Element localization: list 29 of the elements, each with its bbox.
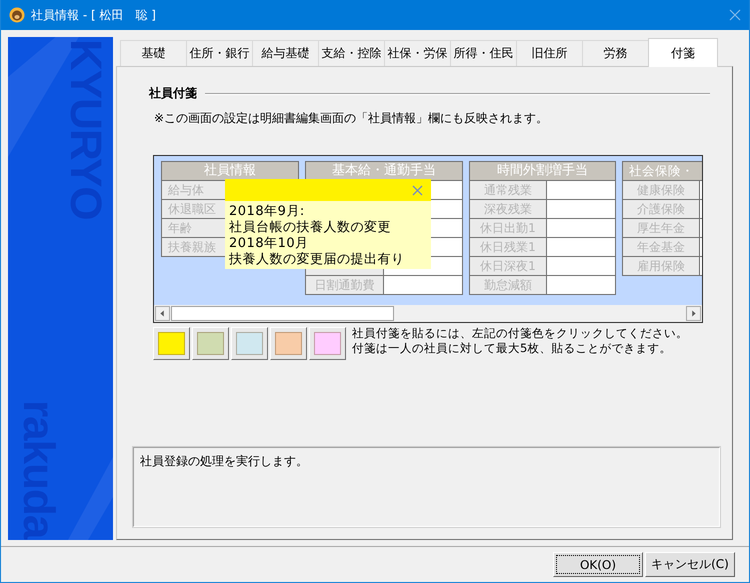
swatch-button[interactable]	[309, 327, 346, 360]
swatch-button[interactable]	[270, 327, 307, 360]
table-cell	[547, 200, 615, 218]
table-cell	[547, 238, 615, 256]
scrollbar[interactable]	[154, 305, 702, 322]
ok-button[interactable]: OK(O)	[553, 552, 643, 577]
scroll-thumb[interactable]	[171, 306, 394, 321]
table-header: 社会保険・	[623, 162, 702, 180]
table-header: 時間外割増手当	[470, 162, 615, 180]
table-cell	[547, 181, 615, 199]
app-icon	[9, 7, 25, 23]
close-icon[interactable]	[412, 184, 423, 196]
swatch-button[interactable]	[153, 327, 190, 360]
window-title: 社員情報 - [ 松田 聡 ]	[31, 6, 156, 24]
help-text: 付箋は一人の社員に対して最大5枚、貼ることができます。	[352, 341, 672, 356]
table-header: 基本給・通勤手当	[306, 162, 462, 180]
tab[interactable]: 基礎	[120, 40, 187, 66]
tab[interactable]: 付箋	[648, 38, 718, 67]
swatch-button[interactable]	[231, 327, 268, 360]
section-title: 社員付箋	[149, 85, 197, 102]
table-cell	[547, 257, 615, 275]
help-text: 社員付箋を貼るには、左記の付箋色をクリックしてください。	[352, 326, 688, 341]
note-text: ※この画面の設定は明細書編集画面の「社員情報」欄にも反映されます。	[154, 110, 550, 127]
table-cell	[547, 276, 615, 294]
table-header: 社員情報	[162, 162, 298, 180]
table-cell	[547, 219, 615, 237]
cancel-button[interactable]: キャンセル(C)	[645, 552, 735, 577]
swatch-button[interactable]	[192, 327, 229, 360]
status-message: 社員登録の処理を実行します。	[140, 454, 308, 468]
